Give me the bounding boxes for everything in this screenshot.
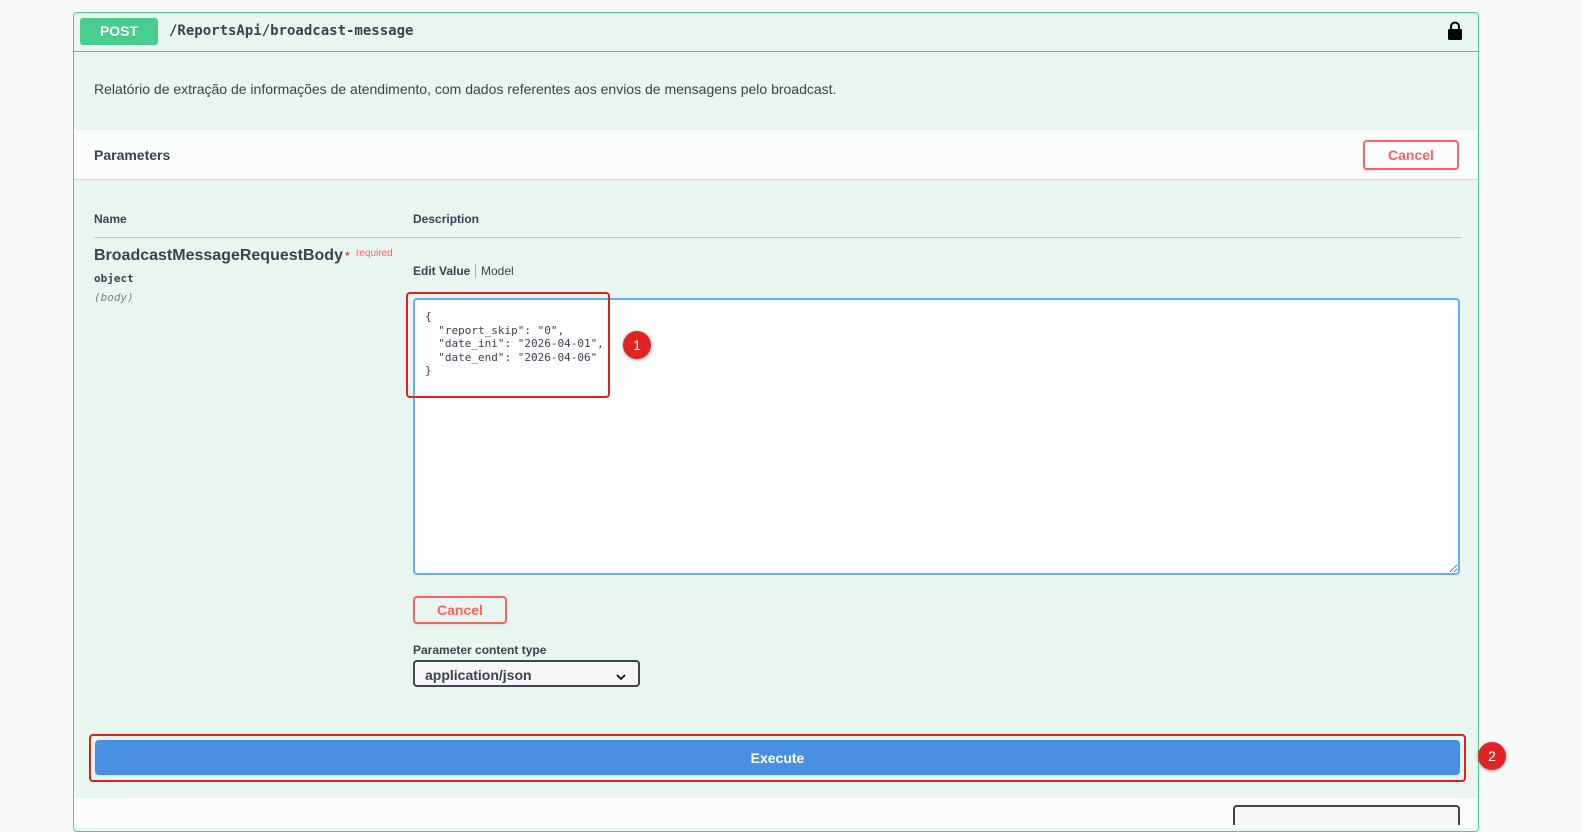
endpoint-path: /ReportsApi/broadcast-message bbox=[169, 23, 414, 39]
parameters-title: Parameters bbox=[94, 147, 171, 163]
tab-divider bbox=[475, 264, 476, 278]
content-type-value: application/json bbox=[425, 667, 532, 683]
cancel-body-button[interactable]: Cancel bbox=[413, 596, 507, 624]
operation-summary[interactable]: POST /ReportsApi/broadcast-message bbox=[74, 13, 1478, 52]
parameter-name: BroadcastMessageRequestBody bbox=[94, 247, 343, 264]
operation-block: POST /ReportsApi/broadcast-message Relat… bbox=[73, 12, 1506, 832]
annotation-highlight-body bbox=[406, 292, 610, 398]
lock-icon[interactable] bbox=[1447, 21, 1463, 41]
content-type-label: Parameter content type bbox=[413, 643, 547, 657]
tab-edit-value[interactable]: Edit Value bbox=[413, 264, 470, 278]
column-divider bbox=[94, 237, 1461, 238]
cancel-try-out-button[interactable]: Cancel bbox=[1363, 140, 1459, 170]
column-header-description: Description bbox=[413, 212, 480, 226]
parameter-location: (body) bbox=[94, 291, 134, 304]
required-label: required bbox=[356, 248, 393, 259]
tab-model[interactable]: Model bbox=[481, 264, 514, 278]
column-header-name: Name bbox=[94, 212, 127, 226]
method-badge: POST bbox=[80, 18, 158, 45]
chevron-down-icon bbox=[616, 669, 626, 681]
operation-description: Relatório de extração de informações de … bbox=[94, 81, 837, 97]
required-star: * bbox=[345, 249, 350, 263]
content-type-select[interactable]: application/json bbox=[413, 660, 640, 687]
parameters-header: Parameters Cancel bbox=[74, 130, 1478, 180]
annotation-marker-2: 2 bbox=[1478, 742, 1506, 770]
response-content-type-select[interactable] bbox=[1233, 805, 1460, 825]
annotation-marker-1: 1 bbox=[623, 331, 651, 359]
annotation-highlight-execute bbox=[89, 734, 1466, 782]
parameter-type: object bbox=[94, 272, 134, 285]
